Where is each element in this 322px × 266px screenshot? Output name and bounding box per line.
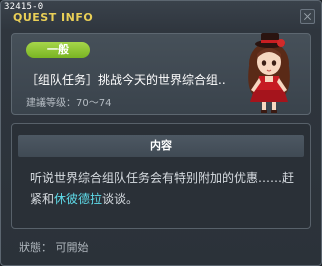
- close-icon[interactable]: [300, 9, 315, 24]
- quest-info-window: 32415-0 QUEST INFO 一般 ［组队任务］挑战今天的世界综合组..…: [0, 0, 322, 266]
- quest-summary-card: 一般 ［组队任务］挑战今天的世界综合组.. 建議等级：70～74: [11, 33, 311, 115]
- description-text-end: 谈谈。: [102, 192, 139, 206]
- window-title: QUEST INFO: [13, 11, 94, 24]
- recommended-level: 建議等级：70～74: [26, 98, 112, 109]
- npc-name-link[interactable]: 休彼德拉: [54, 192, 102, 206]
- quest-name: ［组队任务］挑战今天的世界综合组..: [26, 73, 226, 87]
- npc-portrait-icon: [248, 33, 290, 113]
- quest-content-panel: 内容 听说世界综合组队任务会有特别附加的优惠……赶紧和休彼德拉谈谈。: [11, 123, 311, 229]
- quest-type-badge: 一般: [26, 42, 90, 58]
- content-header: 内容: [18, 135, 304, 157]
- quest-description: 听说世界综合组队任务会有特别附加的优惠……赶紧和休彼德拉谈谈。: [30, 168, 302, 210]
- quest-status: 狀態： 可開始: [19, 241, 89, 254]
